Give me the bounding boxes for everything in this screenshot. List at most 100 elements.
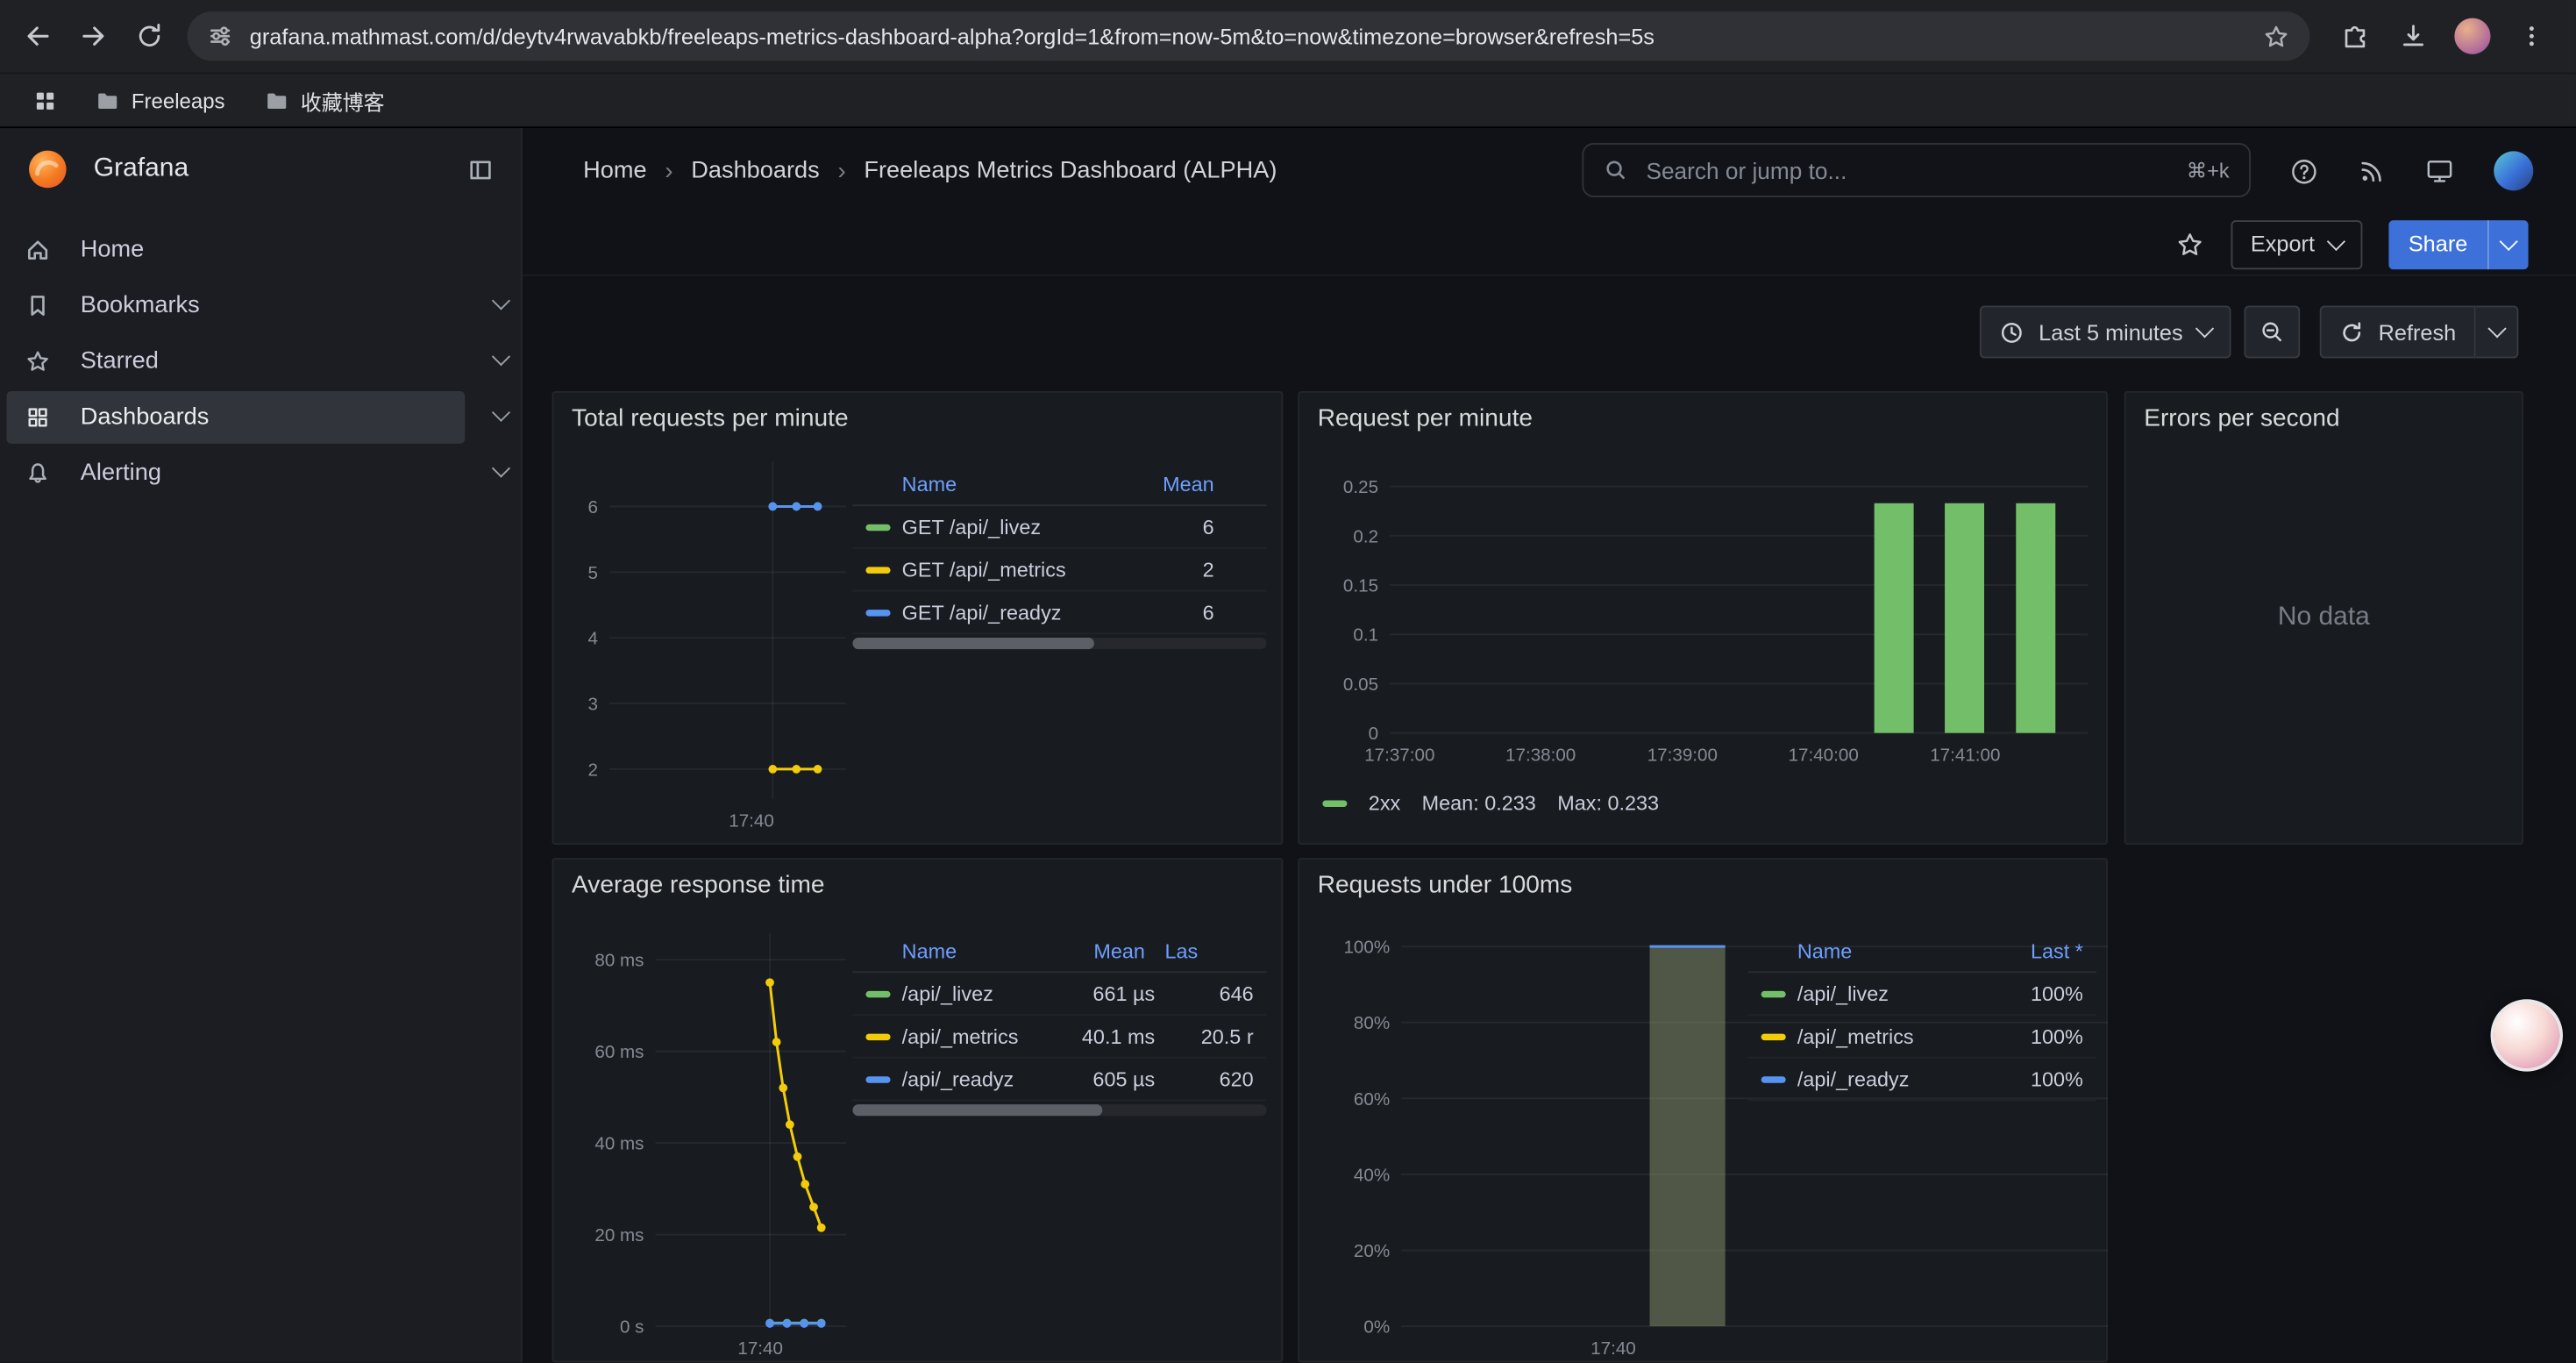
panel-title[interactable]: Total requests per minute <box>572 404 849 432</box>
series-name[interactable]: /api/_metrics <box>1797 1024 1955 1047</box>
legend-col-last[interactable]: Last * <box>1955 940 2083 963</box>
bookmark-folder-freeleaps[interactable]: Freeleaps <box>79 82 241 121</box>
bookmark-star-icon[interactable] <box>2262 22 2290 50</box>
sidebar-item-home[interactable]: Home <box>6 224 465 276</box>
legend-row[interactable]: /api/_metrics 100% <box>1748 1016 2096 1059</box>
panel-title[interactable]: Requests under 100ms <box>1318 871 1573 899</box>
series-name[interactable]: /api/_metrics <box>902 1024 1053 1047</box>
favorite-star-icon[interactable] <box>2175 229 2205 259</box>
series-mean: 605 µs <box>1053 1067 1155 1090</box>
assistant-avatar-overlay[interactable] <box>2491 999 2563 1071</box>
main-content: Home Dashboards Freeleaps Metrics Dashbo… <box>523 128 2576 1362</box>
zoom-out-button[interactable] <box>2244 306 2300 359</box>
legend-scrollbar[interactable] <box>852 1104 1266 1116</box>
bookmark-folder-blogs[interactable]: 收藏博客 <box>248 82 402 121</box>
bookmarks-bar: Freeleaps 收藏博客 <box>0 72 2576 128</box>
svg-text:40%: 40% <box>1354 1165 1390 1185</box>
series-name[interactable]: GET /api/_readyz <box>902 601 1116 624</box>
share-dropdown[interactable] <box>2487 219 2529 268</box>
legend-row[interactable]: /api/_livez 100% <box>1748 973 2096 1016</box>
series-name[interactable]: GET /api/_livez <box>902 515 1116 538</box>
series-name[interactable]: /api/_readyz <box>1797 1067 1955 1090</box>
url-text[interactable]: grafana.mathmast.com/d/deytv4rwavabkb/fr… <box>250 24 2246 48</box>
legend-scrollbar-thumb[interactable] <box>852 1104 1102 1116</box>
folder-icon <box>96 89 120 113</box>
series-color-marker <box>865 524 890 530</box>
export-button[interactable]: Export <box>2231 219 2362 268</box>
series-name[interactable]: GET /api/_metrics <box>902 558 1116 581</box>
legend-col-name[interactable]: Name <box>902 474 1116 496</box>
chevron-down-icon[interactable] <box>492 291 510 310</box>
series-color-marker <box>865 609 890 615</box>
svg-text:0 s: 0 s <box>620 1317 644 1338</box>
site-settings-icon[interactable] <box>207 23 233 49</box>
chevron-down-icon[interactable] <box>492 403 510 422</box>
zoom-out-icon <box>2259 319 2285 346</box>
legend-col-name[interactable]: Name <box>1797 940 1955 963</box>
refresh-interval-dropdown[interactable] <box>2476 306 2519 359</box>
chevron-down-icon[interactable] <box>492 347 510 366</box>
series-name[interactable]: /api/_readyz <box>902 1067 1053 1090</box>
downloads-icon[interactable] <box>2386 8 2442 64</box>
monitor-icon[interactable] <box>2425 156 2455 186</box>
reload-button[interactable] <box>122 8 178 64</box>
legend-col-last[interactable]: Las <box>1145 940 1263 963</box>
back-button[interactable] <box>10 8 66 64</box>
menu-kebab-icon[interactable] <box>2504 8 2560 64</box>
legend-row[interactable]: /api/_livez 661 µs 646 <box>852 973 1266 1016</box>
help-icon[interactable] <box>2290 157 2318 185</box>
share-button[interactable]: Share <box>2388 219 2487 268</box>
forward-button[interactable] <box>66 8 122 64</box>
address-bar[interactable]: grafana.mathmast.com/d/deytv4rwavabkb/fr… <box>188 11 2310 61</box>
chevron-down-icon[interactable] <box>492 459 510 477</box>
user-avatar[interactable] <box>2494 151 2533 190</box>
legend-row[interactable]: /api/_readyz 100% <box>1748 1059 2096 1102</box>
refresh-button[interactable]: Refresh <box>2319 306 2476 359</box>
breadcrumb-home[interactable]: Home <box>583 158 646 184</box>
total-requests-chart[interactable]: 6543217:40 <box>570 459 852 837</box>
panel-title[interactable]: Request per minute <box>1318 404 1533 432</box>
sidebar-header: Grafana <box>0 128 521 211</box>
sidebar-item-bookmarks[interactable]: Bookmarks <box>6 280 465 332</box>
panel-requests-under-100ms: Requests under 100ms 100%80%60%40%20%0%1… <box>1298 858 2108 1362</box>
legend-row[interactable]: /api/_metrics 40.1 ms 20.5 r <box>852 1016 1266 1059</box>
svg-text:17:40: 17:40 <box>1590 1338 1636 1359</box>
svg-text:17:37:00: 17:37:00 <box>1364 746 1434 766</box>
time-range-picker[interactable]: Last 5 minutes <box>1980 306 2231 359</box>
extensions-icon[interactable] <box>2326 8 2382 64</box>
profile-avatar[interactable] <box>2444 8 2501 64</box>
rss-icon[interactable] <box>2358 157 2386 185</box>
series-name[interactable]: 2xx <box>1369 792 1400 815</box>
search-box[interactable]: ⌘+k <box>1582 143 2251 197</box>
svg-text:40 ms: 40 ms <box>594 1134 644 1154</box>
sidebar-item-label: Alerting <box>81 460 161 487</box>
sidebar-item-alerting[interactable]: Alerting <box>6 447 465 500</box>
legend-row[interactable]: GET /api/_readyz 6 <box>852 592 1266 635</box>
legend-row[interactable]: /api/_readyz 605 µs 620 <box>852 1059 1266 1102</box>
legend-row[interactable]: GET /api/_metrics 2 <box>852 549 1266 592</box>
series-name[interactable]: /api/_livez <box>902 982 1053 1005</box>
panel-title[interactable]: Average response time <box>572 871 825 899</box>
legend-inline[interactable]: 2xx Mean: 0.233 Max: 0.233 <box>1322 792 1659 815</box>
search-input[interactable] <box>1643 155 2172 185</box>
legend-row[interactable]: GET /api/_livez 6 <box>852 506 1266 549</box>
legend-col-mean[interactable]: Mean <box>1115 474 1213 496</box>
legend-scrollbar[interactable] <box>852 638 1266 649</box>
sidebar-item-starred[interactable]: Starred <box>6 335 465 388</box>
breadcrumb-dashboards[interactable]: Dashboards <box>691 158 820 184</box>
breadcrumb: Home Dashboards Freeleaps Metrics Dashbo… <box>583 157 1277 185</box>
export-label: Export <box>2251 232 2315 256</box>
legend-col-name[interactable]: Name <box>902 940 1043 963</box>
series-name[interactable]: /api/_livez <box>1797 982 1955 1005</box>
no-data-message: No data <box>2126 393 2523 843</box>
dock-menu-icon[interactable] <box>466 155 495 183</box>
sidebar-item-dashboards[interactable]: Dashboards <box>6 391 465 444</box>
request-per-minute-chart[interactable]: 0.250.20.150.10.05017:37:0017:38:0017:39… <box>1320 467 2092 796</box>
legend-col-mean[interactable]: Mean <box>1043 940 1145 963</box>
svg-text:0.2: 0.2 <box>1353 526 1378 546</box>
apps-grid-icon[interactable] <box>17 73 73 129</box>
svg-text:0.05: 0.05 <box>1343 674 1378 695</box>
average-response-time-chart[interactable]: 80 ms60 ms40 ms20 ms0 s17:40 <box>570 931 852 1361</box>
legend-scrollbar-thumb[interactable] <box>852 638 1093 649</box>
svg-text:0.25: 0.25 <box>1343 477 1378 497</box>
